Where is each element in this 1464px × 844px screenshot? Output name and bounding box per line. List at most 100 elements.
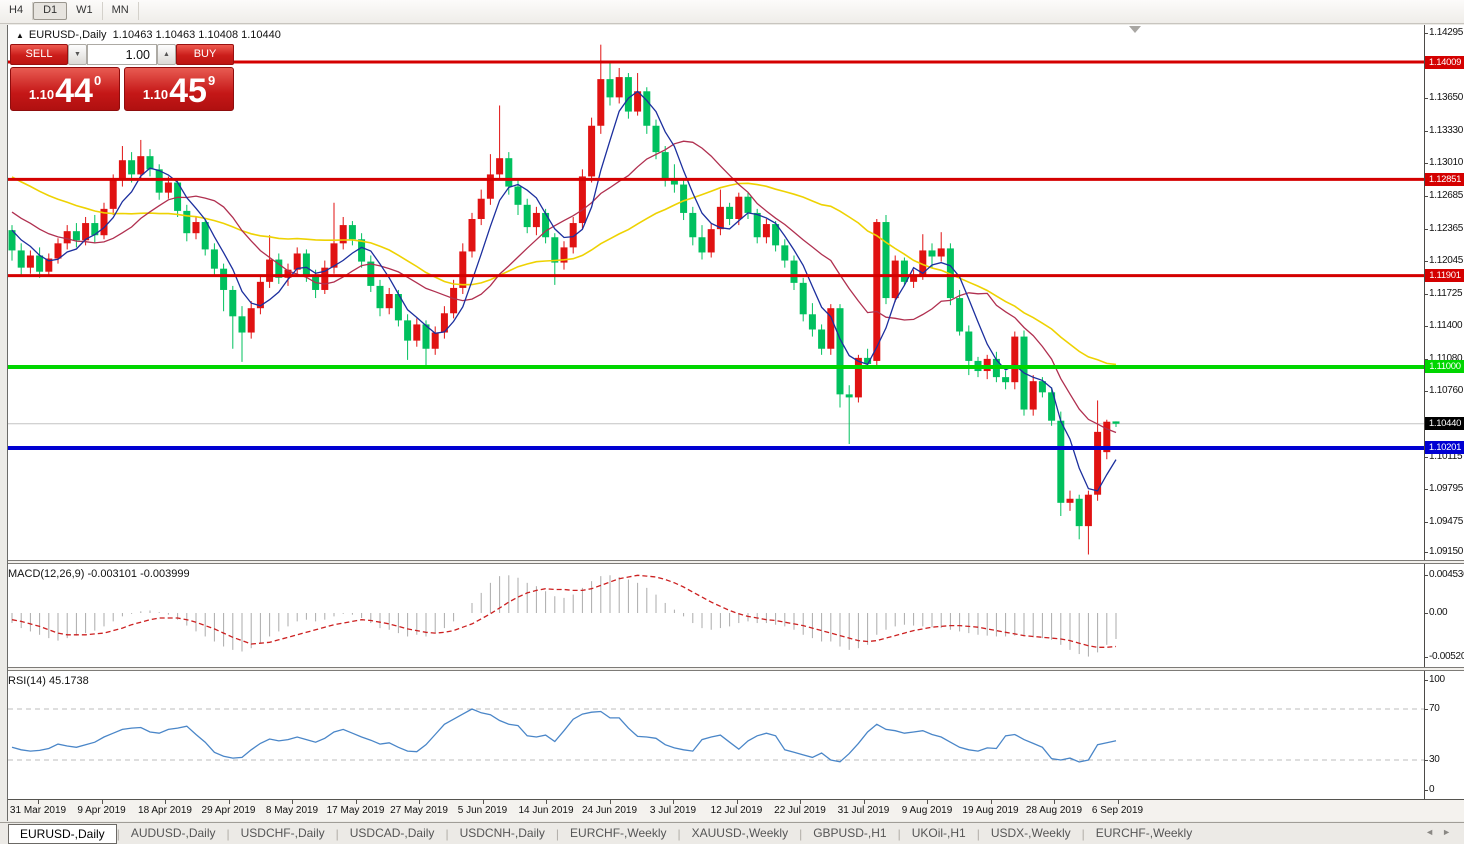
chart-shift-marker-icon[interactable] [1129,26,1141,33]
candle-body [1011,336,1019,383]
candle-body [891,260,899,299]
timeframe-toolbar: H4 D1 W1 MN [0,0,1464,24]
date-label: 28 Aug 2019 [1025,805,1083,816]
date-axis: 31 Mar 2019 9 Apr 2019 18 Apr 2019 29 Apr 2… [8,799,1464,821]
sell-price-display[interactable]: 1.10 44 0 [10,67,120,111]
candle-body [882,222,890,299]
macd-value-1: -0.003101 [87,568,138,580]
symbol-tab-eurchf-weekly[interactable]: EURCHF-,Weekly [1085,824,1203,844]
macd-tick: 0.004536 [1425,569,1464,581]
chart-title: ▲ EURUSD-,Daily 1.10463 1.10463 1.10408 1… [16,29,281,41]
symbol-tab-eurchf-weekly[interactable]: EURCHF-,Weekly [559,824,677,844]
candle-body [698,237,706,253]
date-tick-mark [609,800,611,804]
sell-price-point: 0 [93,73,102,88]
candle-body [689,212,697,238]
buy-price-prefix: 1.10 [142,87,169,102]
candle-body [468,219,476,252]
candle-body [790,260,798,283]
candle-body [836,308,844,395]
volume-input[interactable] [87,44,157,65]
candle-body [376,285,384,309]
timeframe-h4-button[interactable]: H4 [0,2,34,20]
rsi-tick: 100 [1425,674,1464,686]
candle-body [735,196,743,220]
symbol-tab-gbpusd-h1[interactable]: GBPUSD-,H1 [802,824,897,844]
sell-price-prefix: 1.10 [28,87,55,102]
candle-body [358,239,366,262]
candle-body [118,160,126,181]
candle-body [726,206,734,220]
candle-body [845,394,853,398]
rsi-value: 45.1738 [48,675,89,687]
symbol-tab-audusd-daily[interactable]: AUDUSD-,Daily [120,824,227,844]
candle-body [606,79,614,98]
candle-body [477,198,485,220]
candle-body [873,222,881,361]
buy-button[interactable]: BUY [176,44,234,65]
buy-price-pips: 45 [169,72,207,110]
candle-body [210,249,218,269]
candle-body [155,169,163,193]
timeframe-mn-button[interactable]: MN [103,2,139,20]
price-level-label: 1.11901 [1425,269,1464,283]
rsi-tick: 70 [1425,703,1464,715]
date-tick-mark [927,800,928,804]
candle-body [615,77,623,98]
candle-body [302,253,310,276]
macd-tick: -0.005205 [1425,651,1464,663]
rsi-tick: 30 [1425,754,1464,766]
symbol-tab-bar: EURUSD-,Daily | AUDUSD-,Daily | USDCHF-,Dail… [0,822,1464,844]
candle-body [799,282,807,315]
timeframe-d1-button[interactable]: D1 [33,2,68,20]
candle-body [26,255,34,268]
date-label: 6 Sep 2019 [1091,805,1144,816]
date-tick-mark [736,800,738,804]
symbol-tab-eurusd-daily[interactable]: EURUSD-,Daily [8,823,117,844]
symbol-tab-ukoil-h1[interactable]: UKOil-,H1 [901,824,977,844]
date-label: 14 Jun 2019 [518,805,574,816]
candle-body [808,314,816,330]
candle-body [247,308,255,333]
rsi-tick: 0 [1425,784,1464,796]
tab-scroll-left-icon[interactable]: ◄ [1425,827,1442,837]
candle-body [818,329,826,349]
candle-body [956,298,964,332]
macd-panel[interactable] [8,564,1424,667]
macd-label: MACD(12,26,9) -0.003101 -0.003999 [8,568,190,580]
candle-body [661,152,669,179]
price-tick: 1.11400 [1425,320,1464,332]
date-tick-mark [292,800,293,804]
candle-body [17,250,25,268]
volume-increase-button[interactable]: ▲ [157,44,176,65]
candle-body [1057,420,1065,503]
candle-body [450,287,458,314]
buy-price-point: 9 [207,73,216,88]
candle-body [551,237,559,263]
candle-body [762,224,770,238]
rsi-panel[interactable] [8,671,1424,799]
candle-body [385,294,393,309]
date-tick-mark [355,800,357,804]
candle-body [597,79,605,126]
symbol-tab-usdcad-daily[interactable]: USDCAD-,Daily [339,824,446,844]
timeframe-w1-button[interactable]: W1 [67,2,103,20]
price-tick: 1.09150 [1425,546,1464,558]
volume-decrease-button[interactable]: ▼ [68,44,87,65]
symbol-tab-xauusd-weekly[interactable]: XAUUSD-,Weekly [681,824,799,844]
collapse-triangle-icon[interactable]: ▲ [16,31,24,40]
symbol-tab-usdchf-daily[interactable]: USDCHF-,Daily [230,824,336,844]
candle-body [707,229,715,253]
price-tick: 1.09795 [1425,483,1464,495]
symbol-tab-usdx-weekly[interactable]: USDX-,Weekly [980,824,1082,844]
sell-button[interactable]: SELL [10,44,68,65]
candle-body [128,160,136,175]
date-label: 9 Apr 2019 [77,805,126,816]
tab-scroll-right-icon[interactable]: ► [1442,827,1459,837]
date-label: 3 Jul 2019 [649,805,697,816]
price-level-label: 1.12851 [1425,172,1464,186]
macd-tick: 0.00 [1425,607,1464,619]
candle-body [72,231,80,241]
buy-price-display[interactable]: 1.10 45 9 [124,67,234,111]
symbol-tab-usdcnh-daily[interactable]: USDCNH-,Daily [449,824,556,844]
